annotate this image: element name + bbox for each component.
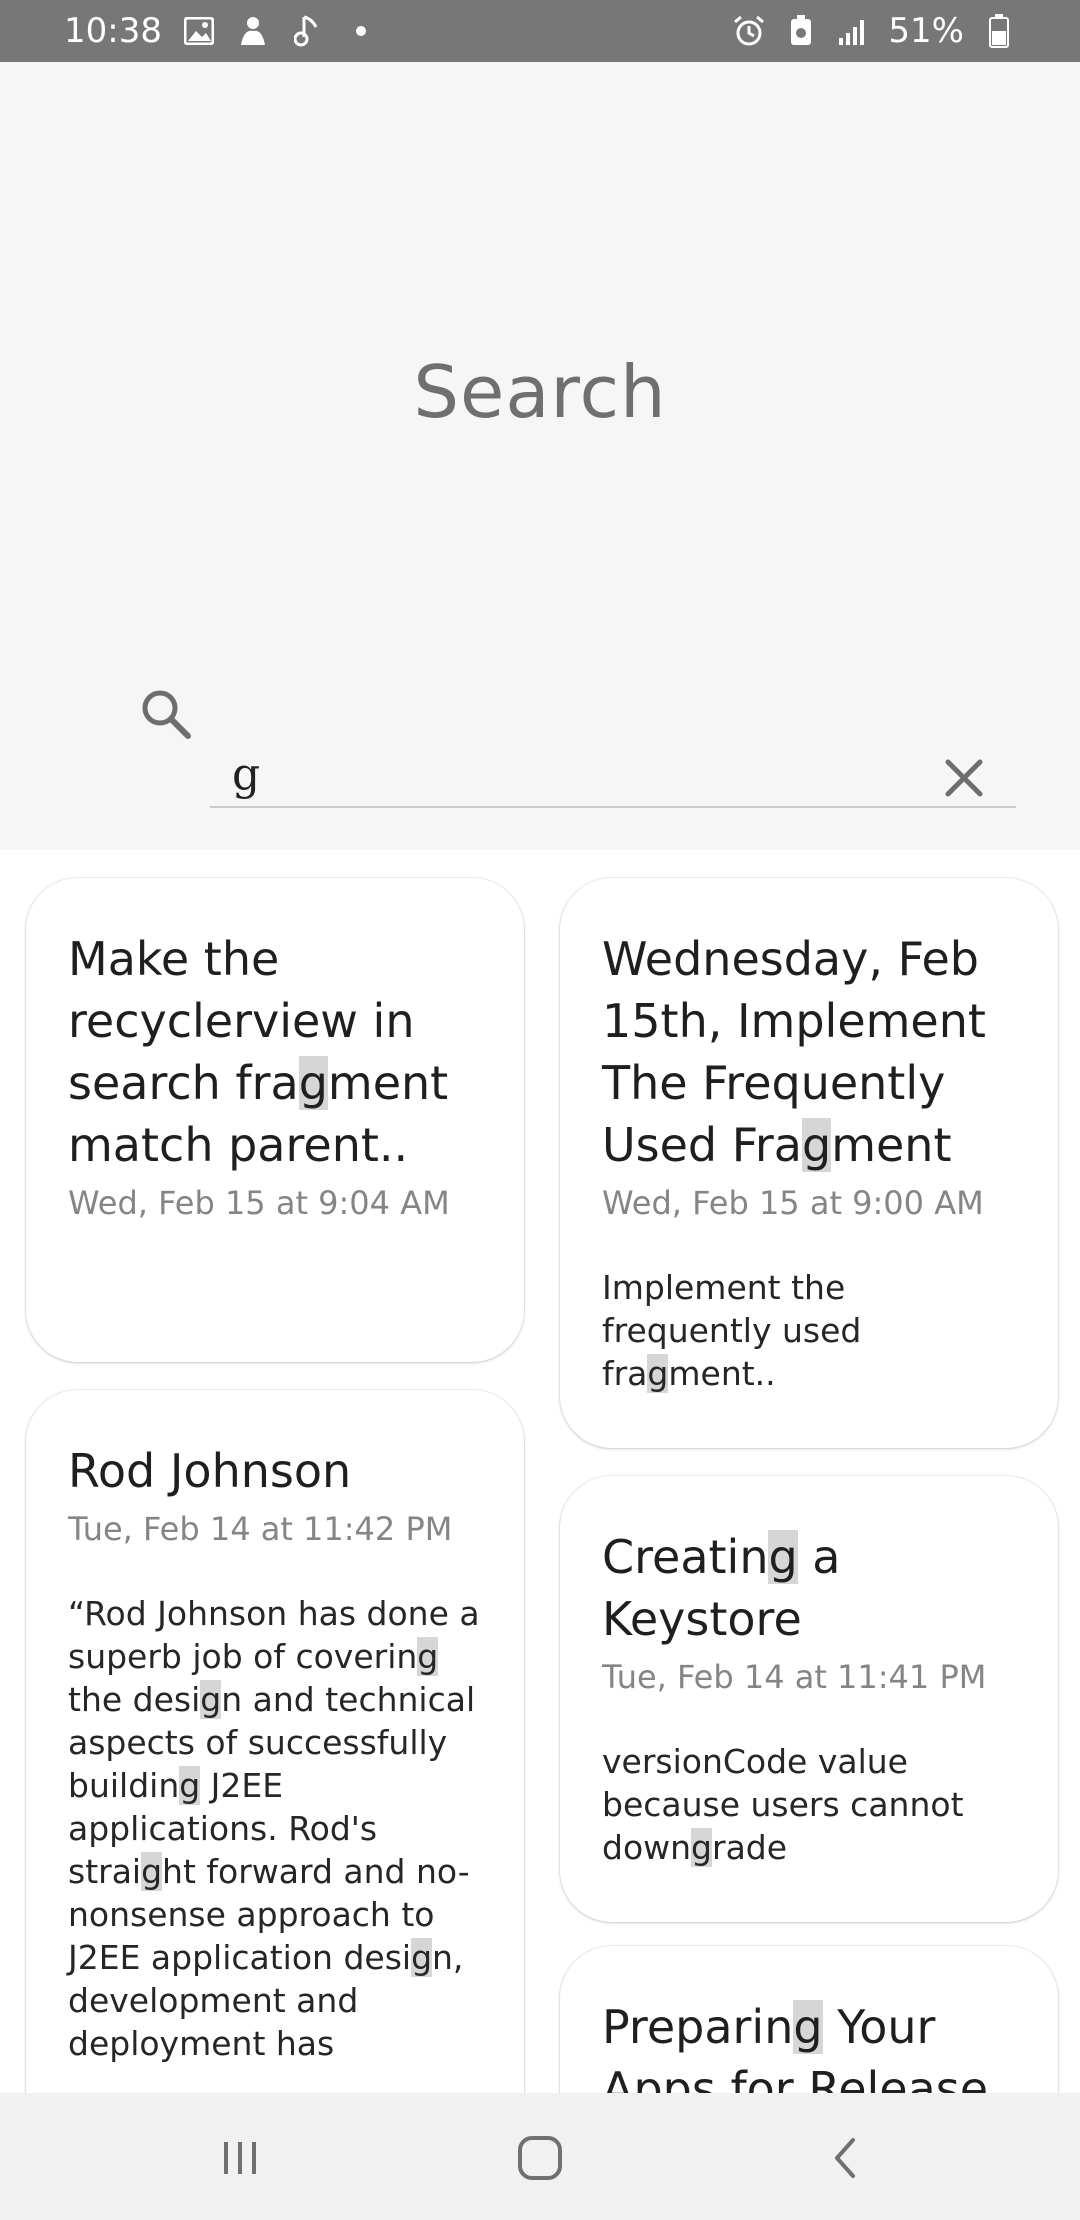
note-title: Creating a Keystore [602, 1530, 841, 1646]
note-title: Preparing Your Apps for Release [602, 2000, 989, 2093]
note-card[interactable]: Rod Johnson Tue, Feb 14 at 11:42 PM “Rod… [26, 1390, 524, 2093]
status-time: 10:38 [64, 11, 162, 51]
note-card[interactable]: Make the recyclerview in search fragment… [26, 878, 524, 1362]
close-icon[interactable] [938, 752, 990, 804]
music-note-icon [290, 14, 324, 48]
note-date: Wed, Feb 15 at 9:00 AM [602, 1184, 984, 1222]
signal-icon [836, 14, 870, 48]
note-title: Rod Johnson [68, 1444, 352, 1498]
note-date: Tue, Feb 14 at 11:41 PM [602, 1658, 987, 1696]
status-bar: 10:38 51% [0, 0, 1080, 62]
navigation-bar [0, 2093, 1080, 2220]
note-date: Tue, Feb 14 at 11:42 PM [68, 1510, 453, 1548]
note-body: versionCode value because users cannot d… [602, 1742, 964, 1867]
note-title: Make the recyclerview in search fragment… [68, 932, 449, 1172]
note-card[interactable]: Preparing Your Apps for Release [560, 1946, 1058, 2093]
battery-percent: 51% [888, 11, 964, 51]
gallery-icon [182, 14, 216, 48]
note-title: Wednesday, Feb 15th, Implement The Frequ… [602, 932, 986, 1172]
page-title: Search [413, 350, 667, 434]
results-grid[interactable]: Make the recyclerview in search fragment… [0, 850, 1080, 2093]
status-bar-left: 10:38 [64, 8, 378, 54]
note-body: “Rod Johnson has done a superb job of co… [68, 1594, 480, 2063]
recent-apps-icon[interactable] [205, 2123, 275, 2193]
battery-saver-icon [784, 14, 818, 48]
note-card[interactable]: Creating a Keystore Tue, Feb 14 at 11:41… [560, 1476, 1058, 1922]
search-icon[interactable] [138, 686, 194, 742]
note-card[interactable]: Wednesday, Feb 15th, Implement The Frequ… [560, 878, 1058, 1448]
dot-icon [344, 14, 378, 48]
note-body: Implement the frequently used fragment.. [602, 1268, 862, 1393]
search-field[interactable] [210, 740, 1016, 808]
battery-icon [982, 14, 1016, 48]
alarm-icon [732, 14, 766, 48]
back-icon[interactable] [810, 2123, 880, 2193]
status-bar-right: 51% [732, 8, 1016, 54]
search-input[interactable] [230, 740, 934, 808]
notification-app-icon [236, 14, 270, 48]
home-icon[interactable] [505, 2123, 575, 2193]
note-date: Wed, Feb 15 at 9:04 AM [68, 1184, 450, 1222]
